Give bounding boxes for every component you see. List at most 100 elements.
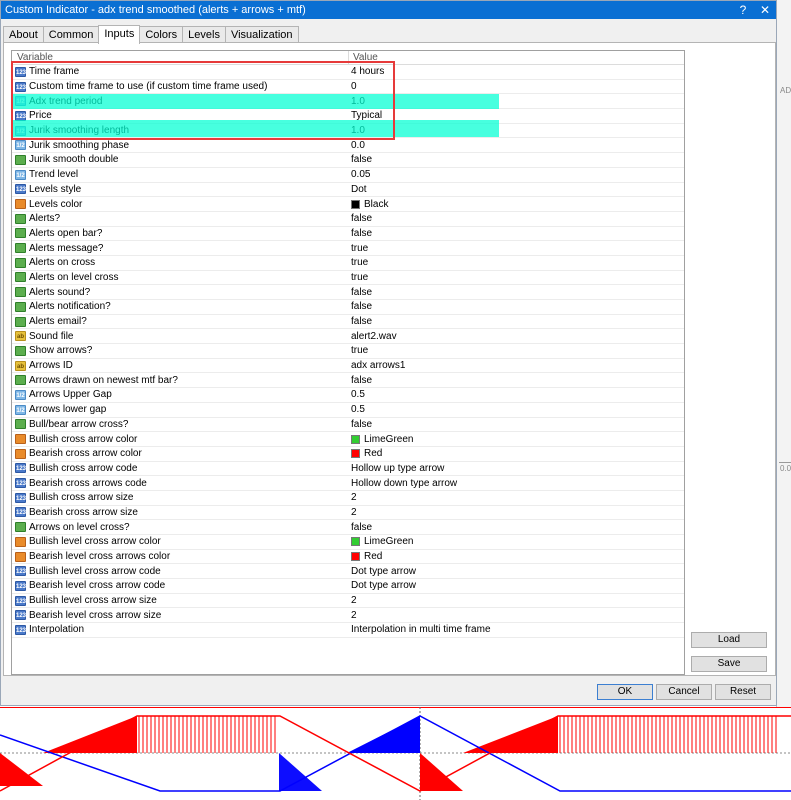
cell-variable[interactable]: 123 Bearish level cross arrow code <box>12 580 349 591</box>
tab-levels[interactable]: Levels <box>182 26 226 43</box>
cell-variable[interactable]: 1/2 Arrows Upper Gap <box>12 389 349 400</box>
tab-visualization[interactable]: Visualization <box>224 26 299 43</box>
table-row[interactable]: Arrows on level cross? false <box>12 520 684 535</box>
help-icon[interactable]: ? <box>732 3 754 17</box>
table-row[interactable]: Alerts on cross true <box>12 256 684 271</box>
cell-value[interactable]: LimeGreen <box>349 434 413 445</box>
table-row[interactable]: Bullish level cross arrow color LimeGreen <box>12 535 684 550</box>
cell-value[interactable]: false <box>349 419 372 430</box>
table-row[interactable]: 123 Bearish cross arrows code Hollow down … <box>12 476 684 491</box>
close-icon[interactable]: ✕ <box>754 3 776 17</box>
cell-variable[interactable]: 1/2 Arrows lower gap <box>12 404 349 415</box>
cell-value[interactable]: Black <box>349 199 388 210</box>
cell-value[interactable]: true <box>349 345 368 356</box>
cell-value[interactable]: false <box>349 213 372 224</box>
tab-common[interactable]: Common <box>42 26 100 43</box>
cell-variable[interactable]: Bullish level cross arrow color <box>12 536 349 547</box>
table-row[interactable]: ab Arrows ID adx arrows1 <box>12 359 684 374</box>
cell-variable[interactable]: 123 Bearish level cross arrow size <box>12 610 349 621</box>
cell-variable[interactable]: Bearish cross arrow color <box>12 448 349 459</box>
table-row[interactable]: 123 Interpolation Interpolation in multi t… <box>12 623 684 638</box>
cell-value[interactable]: 0.0 <box>349 140 365 151</box>
cell-value[interactable]: false <box>349 301 372 312</box>
cell-value[interactable]: Dot type arrow <box>349 580 416 591</box>
cell-variable[interactable]: Alerts email? <box>12 316 349 327</box>
table-row[interactable]: 123 Bullish level cross arrow size 2 <box>12 594 684 609</box>
table-row[interactable]: 123 Bearish level cross arrow size 2 <box>12 608 684 624</box>
table-row[interactable]: Bullish cross arrow color LimeGreen <box>12 432 684 447</box>
table-row[interactable]: 123 Levels style Dot <box>12 183 684 198</box>
cell-variable[interactable]: Alerts notification? <box>12 301 349 312</box>
cell-value[interactable]: 0.5 <box>349 389 365 400</box>
table-row[interactable]: Show arrows? true <box>12 344 684 359</box>
cell-variable[interactable]: 123 Bullish cross arrow code <box>12 463 349 474</box>
cell-value[interactable]: Hollow down type arrow <box>349 478 457 489</box>
cell-variable[interactable]: 123 Interpolation <box>12 624 349 635</box>
cell-variable[interactable]: Alerts message? <box>12 243 349 254</box>
cell-variable[interactable]: 123 Bullish level cross arrow size <box>12 595 349 606</box>
cell-value[interactable]: false <box>349 522 372 533</box>
table-row[interactable]: Bull/bear arrow cross? false <box>12 418 684 433</box>
table-row[interactable]: 123 Bullish level cross arrow code Dot typ… <box>12 564 684 580</box>
cell-variable[interactable]: Show arrows? <box>12 345 349 356</box>
cell-value[interactable]: true <box>349 272 368 283</box>
cell-value[interactable]: 2 <box>349 610 357 621</box>
cell-variable[interactable]: Bullish cross arrow color <box>12 434 349 445</box>
cell-value[interactable]: true <box>349 243 368 254</box>
cell-variable[interactable]: Alerts on cross <box>12 257 349 268</box>
cell-variable[interactable]: Arrows drawn on newest mtf bar? <box>12 375 349 386</box>
table-row[interactable]: Bearish cross arrow color Red <box>12 447 684 462</box>
cell-variable[interactable]: Bull/bear arrow cross? <box>12 419 349 430</box>
reset-button[interactable]: Reset <box>715 684 771 700</box>
cell-value[interactable]: Interpolation in multi time frame <box>349 624 491 635</box>
cell-variable[interactable]: ab Arrows ID <box>12 360 349 371</box>
table-row[interactable]: Jurik smooth double false <box>12 153 684 168</box>
table-row[interactable]: 1/2 Jurik smoothing phase 0.0 <box>12 138 684 154</box>
table-row[interactable]: Alerts on level cross true <box>12 271 684 286</box>
cell-variable[interactable]: 123 Levels style <box>12 184 349 195</box>
table-row[interactable]: 1/2 Arrows lower gap 0.5 <box>12 403 684 418</box>
table-row[interactable]: Levels color Black <box>12 197 684 212</box>
cancel-button[interactable]: Cancel <box>656 684 712 700</box>
cell-value[interactable]: 2 <box>349 492 357 503</box>
cell-variable[interactable]: Levels color <box>12 199 349 210</box>
table-row[interactable]: 123 Bearish cross arrow size 2 <box>12 506 684 521</box>
cell-variable[interactable]: Bearish level cross arrows color <box>12 551 349 562</box>
cell-value[interactable]: false <box>349 154 372 165</box>
table-row[interactable]: 1/2 Arrows Upper Gap 0.5 <box>12 388 684 403</box>
cell-variable[interactable]: Alerts open bar? <box>12 228 349 239</box>
cell-value[interactable]: Dot type arrow <box>349 566 416 577</box>
table-row[interactable]: 123 Bullish cross arrow code Hollow up typ… <box>12 462 684 477</box>
cell-value[interactable]: true <box>349 257 368 268</box>
cell-variable[interactable]: Alerts on level cross <box>12 272 349 283</box>
table-row[interactable]: 1/2 Trend level 0.05 <box>12 168 684 183</box>
cell-value[interactable]: false <box>349 287 372 298</box>
ok-button[interactable]: OK <box>597 684 653 700</box>
cell-variable[interactable]: ab Sound file <box>12 331 349 342</box>
cell-value[interactable]: false <box>349 375 372 386</box>
cell-value[interactable]: Hollow up type arrow <box>349 463 444 474</box>
cell-value[interactable]: Red <box>349 551 382 562</box>
table-row[interactable]: Bearish level cross arrows color Red <box>12 550 684 565</box>
table-row[interactable]: 123 Bullish cross arrow size 2 <box>12 491 684 506</box>
cell-value[interactable]: Red <box>349 448 382 459</box>
tab-colors[interactable]: Colors <box>139 26 184 43</box>
cell-value[interactable]: Dot <box>349 184 367 195</box>
table-row[interactable]: Arrows drawn on newest mtf bar? false <box>12 373 684 389</box>
tab-inputs[interactable]: Inputs <box>98 25 141 44</box>
cell-variable[interactable]: Alerts? <box>12 213 349 224</box>
load-button[interactable]: Load <box>691 632 767 648</box>
table-row[interactable]: Alerts? false <box>12 212 684 227</box>
cell-variable[interactable]: Jurik smooth double <box>12 154 349 165</box>
cell-variable[interactable]: 1/2 Jurik smoothing phase <box>12 140 349 151</box>
cell-value[interactable]: 0.5 <box>349 404 365 415</box>
cell-value[interactable]: false <box>349 316 372 327</box>
cell-value[interactable]: 2 <box>349 507 357 518</box>
cell-variable[interactable]: Alerts sound? <box>12 287 349 298</box>
cell-value[interactable]: 0.05 <box>349 169 370 180</box>
cell-value[interactable]: LimeGreen <box>349 536 413 547</box>
table-row[interactable]: Alerts notification? false <box>12 300 684 315</box>
table-row[interactable]: ab Sound file alert2.wav <box>12 329 684 345</box>
table-row[interactable]: 123 Bearish level cross arrow code Dot typ… <box>12 579 684 594</box>
cell-variable[interactable]: 123 Bearish cross arrows code <box>12 478 349 489</box>
